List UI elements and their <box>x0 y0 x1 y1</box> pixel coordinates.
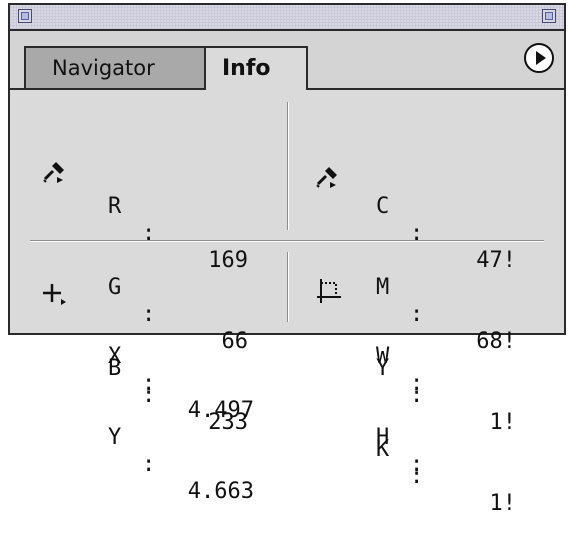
y-value: 4.663 <box>187 479 254 504</box>
c-colon: : <box>410 221 424 246</box>
w-colon: : <box>410 371 424 396</box>
tab-info[interactable]: Info <box>204 46 308 90</box>
c-label: C <box>376 194 390 219</box>
h-colon: : <box>410 452 424 477</box>
x-colon: : <box>142 371 156 396</box>
size-row-w: W : <box>376 316 516 396</box>
tab-navigator-label: Navigator <box>52 56 155 80</box>
k-value: 1! <box>489 491 517 516</box>
close-box[interactable] <box>18 9 32 23</box>
w-label: W <box>376 344 390 369</box>
crosshair-icon <box>43 284 66 305</box>
r-label: R <box>108 194 122 219</box>
rgb-row-r: R : 169 <box>108 166 248 273</box>
y-label: Y <box>108 425 122 450</box>
eyedropper-icon <box>316 167 337 188</box>
tab-info-label: Info <box>222 56 271 81</box>
vertical-divider-bottom <box>287 252 289 322</box>
x-label: X <box>108 344 122 369</box>
info-content: R : 169 G : 66 B : 233 C: 47! M: 68! Y… <box>10 90 564 516</box>
size-readout: W : H : <box>376 262 516 478</box>
collapse-box[interactable] <box>542 9 556 23</box>
tab-row: Navigator Info <box>10 31 564 90</box>
tab-navigator[interactable]: Navigator <box>24 46 210 90</box>
title-bar[interactable] <box>10 5 564 31</box>
info-palette-window: Navigator Info R : 169 G: 66 B: 233 C … <box>8 3 566 516</box>
position-row-x: X : 4.497 <box>108 316 254 423</box>
r-colon: : <box>142 221 156 246</box>
selection-size-icon <box>317 279 341 303</box>
collapse-box-inner <box>545 12 553 20</box>
vertical-divider-top <box>287 102 289 230</box>
eyedropper-icon <box>43 162 64 183</box>
h-label: H <box>376 425 390 450</box>
cmyk-row-c: C : 47! <box>376 166 516 273</box>
position-row-y: Y : 4.663 <box>108 397 254 504</box>
panel-menu-arrow-icon <box>536 51 546 65</box>
y-colon: : <box>142 452 156 477</box>
panel-menu-button[interactable] <box>524 43 554 73</box>
position-readout: X : 4.497 Y : 4.663 <box>108 262 254 504</box>
size-row-h: H : <box>376 397 516 477</box>
close-box-inner <box>21 12 29 20</box>
